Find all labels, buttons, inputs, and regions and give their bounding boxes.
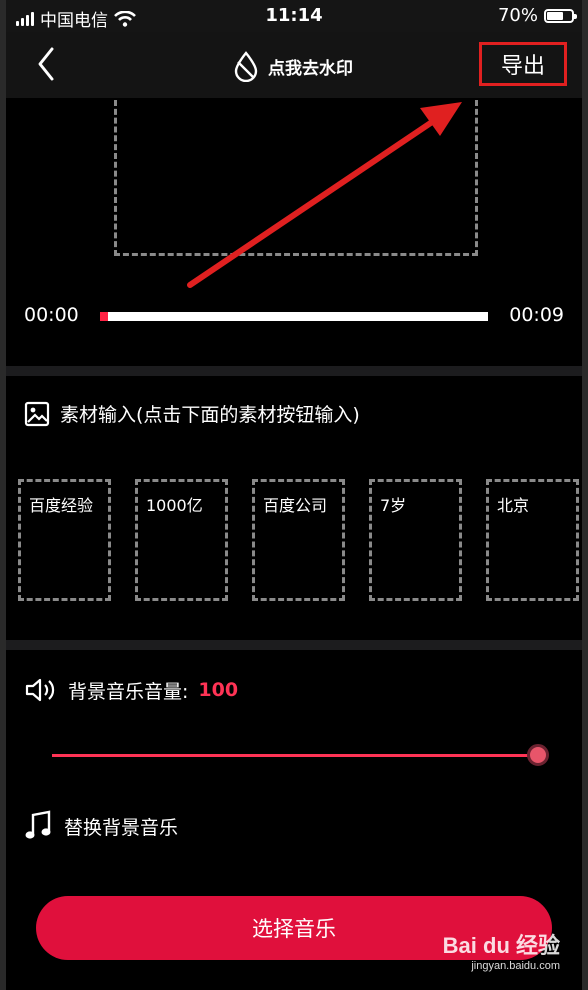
time-start: 00:00 xyxy=(24,304,79,326)
battery-percent: 70% xyxy=(497,5,538,26)
back-button[interactable] xyxy=(30,46,66,82)
baidu-watermark: Bai du 经验 jingyan.baidu.com xyxy=(443,928,560,972)
material-card-label: 7岁 xyxy=(380,496,407,515)
progress-bar[interactable] xyxy=(100,312,488,321)
remove-watermark-link[interactable]: 点我去水印 xyxy=(232,50,353,82)
material-header: 素材输入(点击下面的素材按钮输入) xyxy=(24,400,360,427)
watermark-url: jingyan.baidu.com xyxy=(471,960,560,972)
volume-slider[interactable] xyxy=(52,744,549,766)
speaker-icon xyxy=(25,678,55,702)
app-screen: 中国电信 11:14 70% 点我去水印 导出 00:00 00:09 素材输入… xyxy=(0,0,588,990)
volume-label: 背景音乐音量: xyxy=(68,680,189,703)
material-card-label: 百度公司 xyxy=(263,496,328,515)
time-end: 00:09 xyxy=(509,304,564,326)
section-divider xyxy=(6,640,582,650)
material-card-label: 北京 xyxy=(497,496,530,515)
section-divider xyxy=(6,366,582,376)
nav-title-label: 点我去水印 xyxy=(268,58,353,79)
material-grid: 百度经验 1000亿 百度公司 7岁 北京 xyxy=(18,479,579,601)
volume-slider-track xyxy=(52,754,538,757)
watermark-logo: Bai du 经验 xyxy=(442,933,560,958)
material-card[interactable]: 百度公司 xyxy=(252,479,345,601)
replace-music-row[interactable]: 替换背景音乐 xyxy=(24,810,178,842)
chevron-left-icon xyxy=(38,47,54,81)
status-bar: 中国电信 11:14 70% xyxy=(0,0,588,32)
material-card-label: 百度经验 xyxy=(29,496,94,515)
material-card-label: 1000亿 xyxy=(146,496,203,515)
water-drop-icon xyxy=(234,51,258,82)
volume-slider-thumb[interactable] xyxy=(527,744,549,766)
material-section: 素材输入(点击下面的素材按钮输入) 百度经验 1000亿 百度公司 7岁 北京 xyxy=(6,376,582,640)
export-button[interactable]: 导出 xyxy=(479,42,567,86)
video-preview: 00:00 00:09 xyxy=(6,98,582,366)
volume-row: 背景音乐音量: 100 xyxy=(24,676,238,704)
battery-icon xyxy=(544,8,577,23)
volume-value: 100 xyxy=(198,679,239,701)
image-icon xyxy=(24,401,50,426)
material-card[interactable]: 百度经验 xyxy=(18,479,111,601)
material-card[interactable]: 北京 xyxy=(486,479,579,601)
material-header-label: 素材输入(点击下面的素材按钮输入) xyxy=(60,404,360,426)
nav-bar: 点我去水印 导出 xyxy=(0,32,588,98)
right-edge xyxy=(582,0,588,990)
music-note-icon xyxy=(25,810,51,839)
replace-music-label: 替换背景音乐 xyxy=(64,816,179,839)
material-card[interactable]: 7岁 xyxy=(369,479,462,601)
status-right: 70% xyxy=(497,5,577,26)
preview-frame[interactable] xyxy=(114,100,478,256)
progress-fill xyxy=(100,312,108,321)
left-edge xyxy=(0,0,6,990)
material-card[interactable]: 1000亿 xyxy=(135,479,228,601)
